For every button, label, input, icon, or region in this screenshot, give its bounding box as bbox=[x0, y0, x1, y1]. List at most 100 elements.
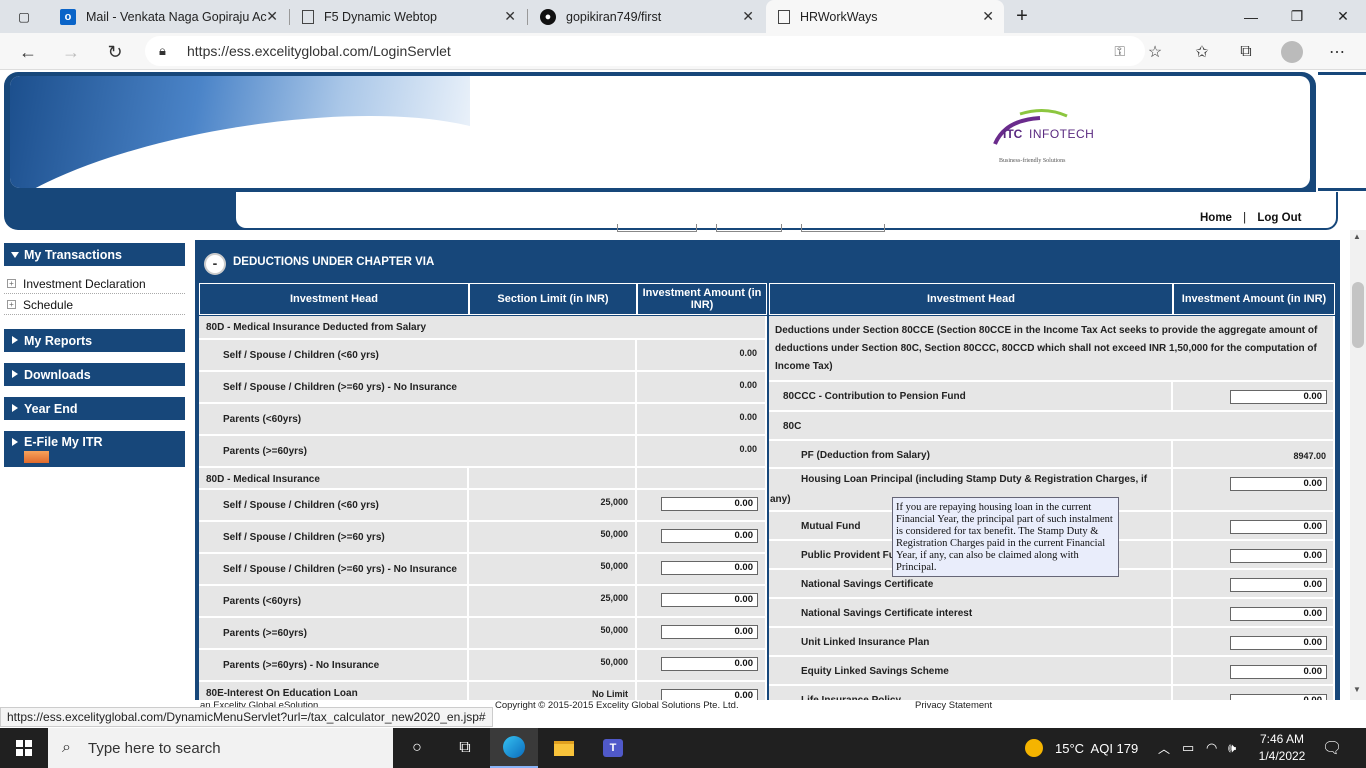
logout-link[interactable]: Log Out bbox=[1257, 212, 1301, 224]
housing-loan-tooltip: If you are repaying housing loan in the … bbox=[892, 497, 1119, 577]
github-icon: ● bbox=[540, 8, 556, 25]
volume-icon[interactable]: 🕪︎ bbox=[1228, 728, 1236, 768]
new-tab-button[interactable]: + bbox=[1008, 0, 1036, 33]
restore-icon[interactable]: ❐ bbox=[1274, 0, 1320, 33]
tab-actions-icon[interactable]: ▢ bbox=[0, 0, 48, 33]
amount-input[interactable]: 0.00 bbox=[661, 529, 758, 543]
row-label: Parents (>=60yrs) bbox=[223, 446, 307, 457]
task-view-icon[interactable]: ⧉ bbox=[441, 728, 489, 768]
section-limit: 25,000 bbox=[600, 497, 628, 507]
row-label: Parents (>=60yrs) - No Insurance bbox=[223, 660, 380, 671]
amount-input[interactable]: 0.00 bbox=[661, 593, 758, 607]
amount-input[interactable]: 0.00 bbox=[1230, 390, 1327, 404]
sun-icon bbox=[1025, 739, 1043, 757]
amount-input[interactable]: 0.00 bbox=[661, 657, 758, 671]
amount-input[interactable]: 0.00 bbox=[661, 497, 758, 511]
amount-value: 0.00 bbox=[739, 380, 757, 390]
amount-value: 0.00 bbox=[739, 412, 757, 422]
forward-icon[interactable]: → bbox=[56, 37, 86, 67]
add-favorite-icon[interactable]: ☆ bbox=[1140, 37, 1170, 67]
scrollbar-thumb[interactable] bbox=[1352, 282, 1364, 348]
close-icon[interactable]: ✕ bbox=[266, 8, 278, 25]
profile-avatar[interactable] bbox=[1277, 37, 1307, 67]
tab-hrworkways[interactable]: HRWorkWays ✕ bbox=[766, 0, 1004, 33]
menu-year-end[interactable]: Year End bbox=[4, 397, 185, 420]
row-label: Mutual Fund bbox=[801, 521, 861, 532]
row-label: 80D - Medical Insurance Deducted from Sa… bbox=[206, 322, 427, 333]
menu-item-schedule[interactable]: + Schedule bbox=[4, 295, 185, 315]
minimize-icon[interactable]: — bbox=[1228, 0, 1274, 33]
menu-my-transactions[interactable]: My Transactions bbox=[4, 243, 185, 266]
weather-widget[interactable]: 15°C AQI 179 bbox=[1025, 728, 1138, 768]
windows-taskbar: ⌕ Type here to search ○ ⧉ T 15°C AQI 179… bbox=[0, 728, 1366, 768]
page-icon bbox=[302, 9, 314, 24]
page-scrollbar[interactable]: ▲ ▼ bbox=[1350, 230, 1366, 700]
tab-title: Mail - Venkata Naga Gopiraju Ac bbox=[86, 9, 267, 24]
close-window-icon[interactable]: ✕ bbox=[1320, 0, 1366, 33]
close-icon[interactable]: ✕ bbox=[742, 8, 754, 25]
amount-input[interactable]: 0.00 bbox=[1230, 549, 1327, 563]
tab-github[interactable]: ● gopikiran749/first ✕ bbox=[528, 0, 764, 33]
key-icon[interactable]: ⚿ bbox=[1114, 43, 1125, 60]
menu-my-reports[interactable]: My Reports bbox=[4, 329, 185, 352]
address-bar-row: ← → ↻ 🔒︎ https://ess.excelityglobal.com/… bbox=[0, 33, 1366, 70]
clock[interactable]: 7:46 AM 1/4/2022 bbox=[1254, 728, 1310, 768]
amount-input[interactable]: 0.00 bbox=[661, 625, 758, 639]
section-limit: 50,000 bbox=[600, 657, 628, 667]
taskbar-search-input[interactable]: ⌕ Type here to search bbox=[48, 728, 393, 768]
amount-input[interactable]: 0.00 bbox=[1230, 520, 1327, 534]
refresh-icon[interactable]: ↻ bbox=[100, 37, 130, 67]
browser-tab-bar: ▢ o Mail - Venkata Naga Gopiraju Ac ✕ F5… bbox=[0, 0, 1366, 33]
header-investment-amount-right: Investment Amount (in INR) bbox=[1173, 283, 1335, 315]
row-label: Self / Spouse / Children (>=60 yrs) bbox=[223, 532, 385, 543]
site-header: ITC INFOTECH Business-friendly Solutions bbox=[4, 72, 1338, 230]
page-icon bbox=[778, 9, 790, 24]
back-icon[interactable]: ← bbox=[13, 37, 43, 67]
windows-start-icon[interactable] bbox=[0, 728, 48, 768]
amount-input[interactable]: 0.00 bbox=[661, 689, 758, 700]
close-icon[interactable]: ✕ bbox=[982, 8, 994, 25]
amount-input[interactable]: 0.00 bbox=[1230, 607, 1327, 621]
url-input[interactable]: 🔒︎ https://ess.excelityglobal.com/LoginS… bbox=[145, 36, 1145, 66]
amount-input[interactable]: 0.00 bbox=[1230, 477, 1327, 491]
amount-input[interactable]: 0.00 bbox=[1230, 578, 1327, 592]
row-label: Parents (>=60yrs) bbox=[223, 628, 307, 639]
header-investment-amount: Investment Amount (in INR) bbox=[637, 283, 767, 315]
amount-value: 0.00 bbox=[739, 444, 757, 454]
notifications-icon[interactable]: 🗨︎ bbox=[1322, 728, 1342, 768]
company-logo: ITC INFOTECH Business-friendly Solutions bbox=[985, 108, 1105, 168]
lock-icon: 🔒︎ bbox=[159, 43, 166, 58]
file-explorer-icon[interactable] bbox=[540, 728, 588, 768]
close-icon[interactable]: ✕ bbox=[504, 8, 516, 25]
amount-input[interactable]: 0.00 bbox=[661, 561, 758, 575]
menu-efile-itr[interactable]: E-File My ITR bbox=[4, 431, 185, 467]
clock-time: 7:46 AM bbox=[1259, 732, 1305, 746]
new-badge-icon bbox=[24, 451, 49, 463]
favorites-icon[interactable]: ✩ bbox=[1187, 37, 1217, 67]
amount-input[interactable]: 0.00 bbox=[1230, 665, 1327, 679]
chevron-up-icon[interactable]: ︿ bbox=[1158, 728, 1170, 768]
row-label: 80CCC - Contribution to Pension Fund bbox=[783, 391, 966, 402]
tab-f5[interactable]: F5 Dynamic Webtop ✕ bbox=[290, 0, 526, 33]
deductions-panel: - DEDUCTIONS UNDER CHAPTER VIA Investmen… bbox=[195, 240, 1340, 700]
amount-input[interactable]: 0.00 bbox=[1230, 694, 1327, 700]
collections-icon[interactable]: ⧉ bbox=[1231, 37, 1261, 67]
tab-mail[interactable]: o Mail - Venkata Naga Gopiraju Ac ✕ bbox=[48, 0, 288, 33]
header-section-limit: Section Limit (in INR) bbox=[469, 283, 637, 315]
home-link[interactable]: Home bbox=[1200, 212, 1232, 224]
more-icon[interactable]: ⋯ bbox=[1322, 37, 1352, 67]
outlook-icon: o bbox=[60, 8, 76, 25]
menu-item-investment-declaration[interactable]: + Investment Declaration bbox=[4, 274, 185, 294]
row-label: Public Provident Fu bbox=[801, 550, 895, 561]
wifi-icon[interactable]: ◠ bbox=[1206, 728, 1217, 768]
cortana-icon[interactable]: ○ bbox=[393, 728, 441, 768]
header-investment-head-right: Investment Head bbox=[769, 283, 1173, 315]
teams-icon[interactable]: T bbox=[589, 728, 637, 768]
weather-text: 15°C AQI 179 bbox=[1055, 740, 1139, 756]
edge-icon[interactable] bbox=[490, 728, 538, 768]
battery-icon[interactable]: ▭ bbox=[1182, 728, 1194, 768]
menu-downloads[interactable]: Downloads bbox=[4, 363, 185, 386]
amount-input[interactable]: 0.00 bbox=[1230, 636, 1327, 650]
privacy-link[interactable]: Privacy Statement bbox=[915, 700, 992, 711]
collapse-icon[interactable]: - bbox=[204, 253, 226, 275]
